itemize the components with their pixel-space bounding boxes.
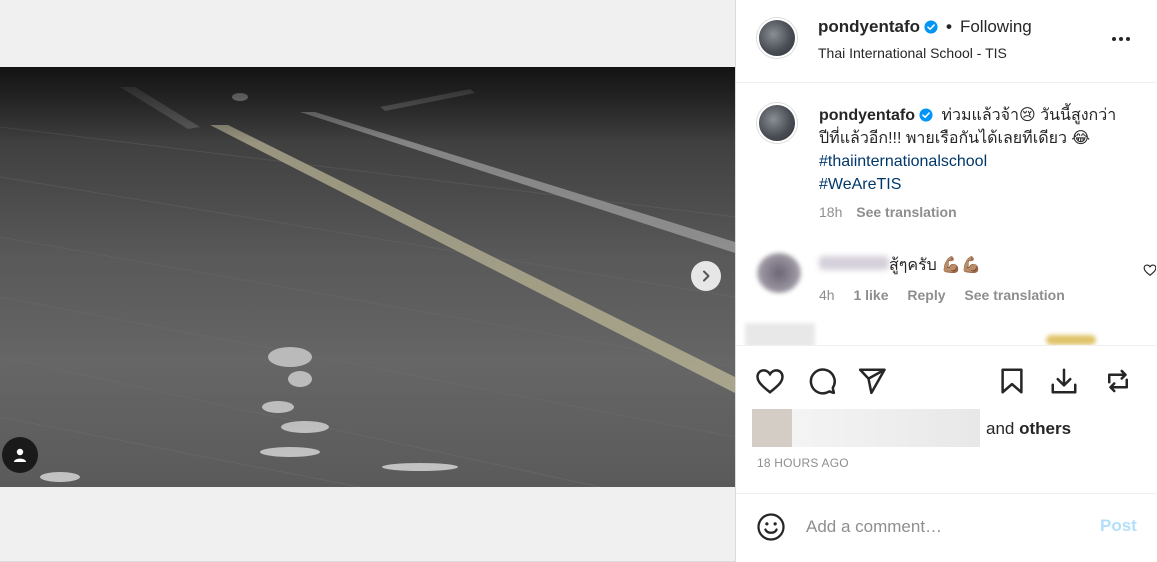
caption-meta: 18h See translation (819, 204, 957, 220)
hashtag-link[interactable]: #WeAreTIS (819, 176, 901, 193)
comment-input[interactable] (806, 514, 1086, 540)
comment-age[interactable]: 4h (819, 287, 835, 303)
hashtag-link[interactable]: #thaiinternationalschool (819, 153, 987, 170)
reply-button[interactable]: Reply (907, 287, 945, 303)
flooded-floor-image (0, 67, 735, 487)
comment-meta: 4h 1 like Reply See translation (819, 287, 1080, 303)
heart-icon[interactable] (1143, 263, 1156, 277)
carousel-next-button[interactable] (691, 261, 721, 291)
see-translation-button[interactable]: See translation (964, 287, 1064, 303)
tagged-users-button[interactable] (2, 437, 38, 473)
liked-by-row[interactable]: and others (752, 409, 1142, 447)
header-username[interactable]: pondyentafo (818, 17, 920, 37)
comment-text: สู้ๆครับ 💪🏽💪🏽 (889, 257, 982, 274)
comment-composer: Post (736, 493, 1156, 562)
post-side-panel: pondyentafo • Following Thai Internation… (735, 0, 1156, 562)
verified-badge-icon (919, 108, 933, 122)
post-header: pondyentafo • Following Thai Internation… (736, 0, 1156, 83)
bookmark-icon[interactable] (997, 366, 1027, 396)
caption-age[interactable]: 18h (819, 204, 842, 220)
liked-by-names-redacted (792, 409, 980, 447)
comment-likes[interactable]: 1 like (853, 287, 888, 303)
separator-dot: • (946, 17, 952, 36)
caption-text: pondyentafo ท่วมแล้วจ้า😢 วันนี้สูงกว่าปี… (819, 104, 1119, 196)
post-photo[interactable] (0, 67, 735, 487)
verified-badge-icon (924, 20, 938, 34)
avatar[interactable] (757, 103, 797, 143)
post-timestamp[interactable]: 18 HOURS AGO (757, 456, 849, 470)
media-pane (0, 0, 735, 562)
comments-section[interactable]: pondyentafo ท่วมแล้วจ้า😢 วันนี้สูงกว่าปี… (736, 83, 1156, 345)
others-link[interactable]: others (1019, 419, 1071, 438)
user-tag-icon (14, 448, 26, 462)
action-bar: and others 18 HOURS AGO (736, 345, 1156, 493)
comment-item-partial (745, 323, 815, 345)
location-link[interactable]: Thai International School - TIS (818, 45, 1007, 61)
share-icon[interactable] (857, 366, 887, 396)
chevron-right-icon (703, 270, 710, 282)
following-button[interactable]: Following (960, 17, 1032, 37)
liked-by-avatar-redacted (752, 409, 792, 447)
comment-username-redacted[interactable] (819, 256, 889, 270)
comment-item-partial (1046, 335, 1096, 345)
avatar[interactable] (757, 18, 797, 58)
post-comment-button[interactable]: Post (1100, 516, 1137, 536)
download-icon[interactable] (1049, 366, 1079, 396)
header-username-row: pondyentafo • Following (818, 17, 1032, 37)
liked-by-text: and others (986, 419, 1072, 438)
comment-icon[interactable] (807, 366, 837, 396)
emoji-icon[interactable] (756, 512, 786, 542)
caption-username[interactable]: pondyentafo (819, 107, 915, 124)
heart-icon[interactable] (755, 366, 785, 396)
see-translation-button[interactable]: See translation (856, 204, 956, 220)
comment-item: สู้ๆครับ 💪🏽💪🏽 4h 1 like Reply See transl… (757, 251, 1156, 311)
avatar[interactable] (757, 253, 801, 293)
repost-icon[interactable] (1103, 366, 1133, 396)
more-options-icon[interactable] (1109, 30, 1133, 48)
